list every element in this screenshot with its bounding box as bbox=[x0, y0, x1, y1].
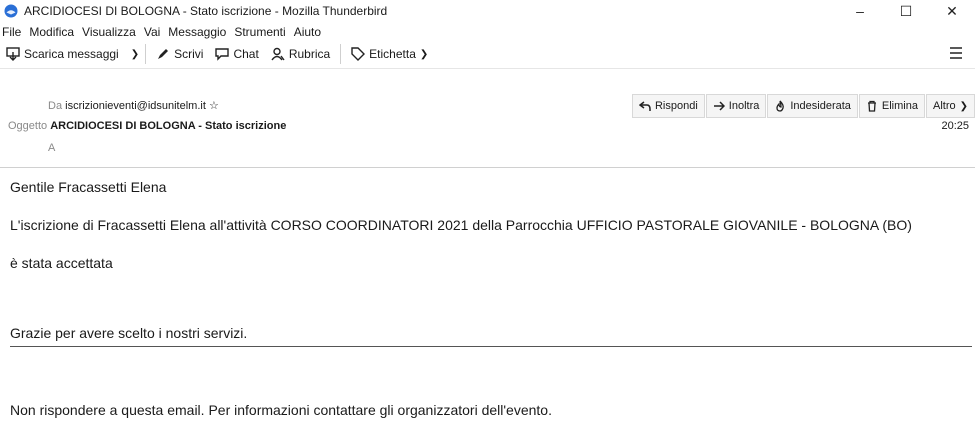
thunderbird-logo-icon bbox=[4, 4, 18, 18]
maximize-icon: ☐ bbox=[899, 2, 913, 19]
minimize-icon: – bbox=[856, 3, 864, 19]
menu-bar: File Modifica Visualizza Vai Messaggio S… bbox=[0, 22, 975, 42]
subject-row: Oggetto ARCIDIOCESI DI BOLOGNA - Stato i… bbox=[8, 120, 286, 132]
delete-label: Elimina bbox=[881, 100, 918, 112]
delete-button[interactable]: Elimina bbox=[858, 94, 925, 118]
minimize-button[interactable]: – bbox=[837, 0, 883, 22]
pen-icon bbox=[158, 49, 169, 59]
flame-icon bbox=[776, 100, 785, 112]
junk-label: Indesiderata bbox=[790, 100, 851, 112]
chevron-down-icon: ❯ bbox=[419, 48, 429, 60]
to-row: A bbox=[48, 142, 55, 154]
enrollment-text: L'iscrizione di Fracassetti Elena all'at… bbox=[10, 217, 912, 233]
status-text: è stata accettata bbox=[10, 255, 113, 271]
junk-button[interactable]: Indesiderata bbox=[767, 94, 858, 118]
subject-label: Oggetto bbox=[8, 120, 48, 132]
toolbar-divider bbox=[145, 44, 147, 64]
get-messages-label: Scarica messaggi bbox=[24, 47, 119, 61]
greeting-text: Gentile Fracassetti Elena bbox=[10, 179, 167, 195]
chat-icon bbox=[215, 48, 230, 61]
maximize-button[interactable]: ☐ bbox=[883, 0, 929, 22]
trash-icon bbox=[867, 100, 876, 112]
menu-file[interactable]: File bbox=[0, 25, 25, 39]
reply-label: Rispondi bbox=[654, 100, 698, 112]
forward-icon bbox=[713, 101, 725, 111]
footer-text: Non rispondere a questa email. Per infor… bbox=[10, 402, 552, 418]
window-title: ARCIDIOCESI DI BOLOGNA - Stato iscrizion… bbox=[24, 4, 388, 18]
get-messages-dropdown[interactable]: ❯ bbox=[125, 42, 141, 66]
menu-go[interactable]: Vai bbox=[140, 25, 164, 39]
menu-edit[interactable]: Modifica bbox=[25, 25, 78, 39]
app-menu-icon[interactable] bbox=[949, 47, 963, 59]
close-icon: ✕ bbox=[946, 2, 958, 19]
menu-help[interactable]: Aiuto bbox=[290, 25, 325, 39]
more-label: Altro bbox=[932, 100, 956, 112]
more-button[interactable]: Altro ❯ bbox=[925, 94, 975, 118]
contacts-icon bbox=[271, 47, 285, 61]
menu-view[interactable]: Visualizza bbox=[78, 25, 140, 39]
star-icon[interactable]: ☆ bbox=[209, 100, 219, 112]
main-toolbar: Scarica messaggi ❯ Scrivi Chat Rubrica E… bbox=[0, 40, 975, 69]
download-icon bbox=[6, 47, 20, 61]
title-bar: ARCIDIOCESI DI BOLOGNA - Stato iscrizion… bbox=[0, 0, 975, 22]
menu-message[interactable]: Messaggio bbox=[164, 25, 230, 39]
chevron-down-icon: ❯ bbox=[959, 100, 968, 112]
forward-button[interactable]: Inoltra bbox=[705, 94, 767, 118]
reply-button[interactable]: Rispondi bbox=[631, 94, 705, 118]
sender-address[interactable]: iscrizionieventi@idsunitelm.it bbox=[65, 100, 206, 112]
message-time: 20:25 bbox=[941, 120, 969, 132]
from-row: Da iscrizionieventi@idsunitelm.it ☆ bbox=[48, 99, 219, 112]
get-messages-button[interactable]: Scarica messaggi bbox=[0, 42, 125, 66]
tag-label: Etichetta bbox=[369, 47, 416, 61]
write-label: Scrivi bbox=[174, 47, 204, 61]
thanks-text: Grazie per avere scelto i nostri servizi… bbox=[10, 325, 248, 341]
from-label: Da bbox=[48, 100, 63, 112]
toolbar-divider bbox=[340, 44, 342, 64]
menu-tools[interactable]: Strumenti bbox=[230, 25, 289, 39]
chat-label: Chat bbox=[233, 47, 259, 61]
address-book-button[interactable]: Rubrica bbox=[265, 42, 336, 66]
tag-icon bbox=[351, 47, 366, 61]
message-body: Gentile Fracassetti Elena L'iscrizione d… bbox=[0, 167, 975, 418]
tag-button[interactable]: Etichetta ❯ bbox=[345, 42, 434, 66]
chevron-down-icon: ❯ bbox=[130, 48, 140, 60]
reply-icon bbox=[638, 101, 651, 111]
address-book-label: Rubrica bbox=[288, 47, 331, 61]
write-button[interactable]: Scrivi bbox=[150, 42, 209, 66]
chat-button[interactable]: Chat bbox=[209, 42, 264, 66]
to-label: A bbox=[48, 142, 56, 154]
header-actions: Rispondi Inoltra Indesiderata Elimina Al… bbox=[631, 94, 975, 118]
horizontal-rule bbox=[10, 346, 972, 347]
close-window-button[interactable]: ✕ bbox=[929, 0, 975, 22]
forward-label: Inoltra bbox=[728, 100, 760, 112]
message-header: Da iscrizionieventi@idsunitelm.it ☆ Ogge… bbox=[0, 88, 975, 164]
subject-text: ARCIDIOCESI DI BOLOGNA - Stato iscrizion… bbox=[50, 120, 287, 132]
